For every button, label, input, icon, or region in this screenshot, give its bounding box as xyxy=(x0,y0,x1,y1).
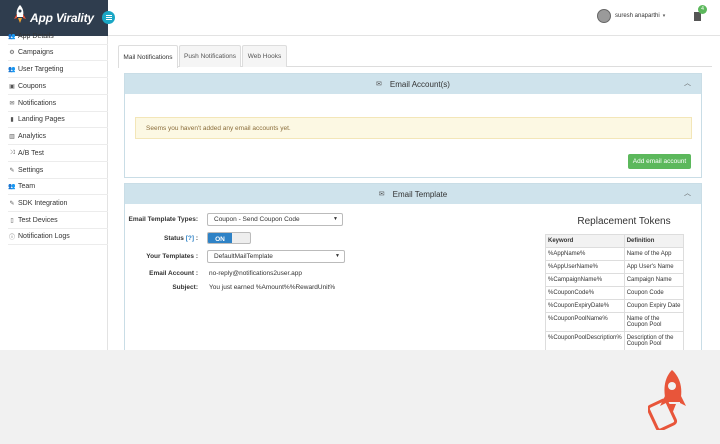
chevron-up-icon[interactable]: ︿ xyxy=(684,188,691,198)
wrench-icon: ✎ xyxy=(9,200,15,207)
sidebar-item-settings[interactable]: ✎ Settings xyxy=(8,162,108,179)
chevron-down-icon: ▼ xyxy=(335,253,340,259)
add-email-account-button[interactable]: Add email account xyxy=(628,154,691,169)
status-toggle[interactable]: ON xyxy=(207,232,251,244)
sidebar-item-landing-pages[interactable]: ▮ Landing Pages xyxy=(8,111,108,128)
info-icon: ⓘ xyxy=(8,234,15,241)
rocket-phone-logo-icon xyxy=(648,370,686,430)
email-template-title: Email Template xyxy=(392,189,448,199)
sidebar-item-user-targeting[interactable]: 👥 User Targeting xyxy=(8,61,108,78)
tab-bar: Mail Notifications Push Notifications We… xyxy=(118,44,712,68)
sidebar-item-team[interactable]: 👥 Team xyxy=(8,178,108,195)
hamburger-icon xyxy=(105,17,112,18)
sidebar-item-campaigns[interactable]: ⚙ Campaigns xyxy=(8,44,108,61)
table-row: %CouponCode% Coupon Code xyxy=(545,286,685,300)
wrench-icon: ✎ xyxy=(9,167,15,174)
status-help-link[interactable]: [?] xyxy=(186,235,194,242)
sidebar-item-sdk-integration[interactable]: ✎ SDK Integration xyxy=(8,195,108,212)
email-accounts-panel: ✉ Email Account(s) ︿ Seems you haven't a… xyxy=(124,73,702,178)
email-accounts-header[interactable]: ✉ Email Account(s) ︿ xyxy=(125,74,701,94)
envelope-icon: ✉ xyxy=(9,100,15,107)
table-row: %CampaignName% Campaign Name xyxy=(545,273,685,287)
notification-badge: 4 xyxy=(698,5,707,14)
templates-label: Your Templates : xyxy=(146,253,198,260)
status-toggle-on: ON xyxy=(208,233,232,243)
menu-toggle-button[interactable] xyxy=(102,11,115,24)
sidebar-item-notification-logs[interactable]: ⓘ Notification Logs xyxy=(8,228,108,245)
shuffle-icon: ⤨ xyxy=(9,149,15,156)
chevron-down-icon: ▼ xyxy=(333,216,338,222)
templates-select[interactable]: DefaultMailTemplate ▼ xyxy=(207,250,345,263)
main-content: Mail Notifications Push Notifications We… xyxy=(118,44,712,350)
status-label: Status [?] : xyxy=(164,235,198,242)
replacement-tokens-title: Replacement Tokens xyxy=(577,216,671,227)
tab-push-notifications[interactable]: Push Notifications xyxy=(179,45,241,67)
chart-icon: ▥ xyxy=(9,133,15,140)
table-row: %AppName% Name of the App xyxy=(545,247,685,261)
definition-column-header: Definition xyxy=(623,234,685,248)
template-type-select[interactable]: Coupon - Send Coupon Code ▼ xyxy=(207,213,343,226)
sidebar-item-analytics[interactable]: ▥ Analytics xyxy=(8,128,108,145)
subject-label: Subject: xyxy=(172,284,198,291)
replacement-tokens-table: Keyword Definition %AppName% Name of the … xyxy=(545,234,685,350)
tab-mail-notifications[interactable]: Mail Notifications xyxy=(118,45,178,68)
email-account-value: no-reply@notifications2user.app xyxy=(209,270,302,277)
email-template-header[interactable]: ✉ Email Template ︿ xyxy=(125,184,701,204)
users-icon: 👥 xyxy=(8,183,16,190)
template-type-label: Email Template Types: xyxy=(128,216,198,223)
app-window: App Virality suresh anaparthi ▾ 4 👥 App D… xyxy=(0,0,720,350)
table-row: %AppUserName% App User's Name xyxy=(545,260,685,274)
email-account-label: Email Account : xyxy=(149,270,198,277)
no-accounts-alert: Seems you haven't added any email accoun… xyxy=(135,117,692,139)
table-header-row: Keyword Definition xyxy=(545,234,685,248)
envelope-icon: ✉ xyxy=(376,81,382,88)
sidebar-item-app-details[interactable]: 👥 App Details xyxy=(8,28,108,45)
user-name: suresh anaparthi xyxy=(615,13,660,19)
caret-down-icon: ▾ xyxy=(662,13,666,19)
user-menu[interactable]: suresh anaparthi ▾ xyxy=(597,9,665,23)
users-icon: 👥 xyxy=(8,33,16,40)
chevron-up-icon[interactable]: ︿ xyxy=(684,78,691,88)
bookmark-icon: ▮ xyxy=(10,116,14,123)
cogs-icon: ⚙ xyxy=(9,49,15,56)
coupon-icon: ▣ xyxy=(9,83,15,90)
avatar xyxy=(597,9,611,23)
brand-name: App Virality xyxy=(30,11,94,25)
table-row: %CouponExpiryDate% Coupon Expiry Date xyxy=(545,299,685,313)
table-row: %CouponPoolName% Name of the Coupon Pool xyxy=(545,312,685,332)
top-bar: App Virality suresh anaparthi ▾ 4 xyxy=(0,0,720,36)
sidebar: 👥 App Details ⚙ Campaigns 👥 User Targeting … xyxy=(0,33,108,350)
sidebar-item-notifications[interactable]: ✉ Notifications xyxy=(8,95,108,112)
email-accounts-title: Email Account(s) xyxy=(389,79,450,89)
sidebar-item-coupons[interactable]: ▣ Coupons xyxy=(8,78,108,95)
sidebar-item-test-devices[interactable]: ▯ Test Devices xyxy=(8,212,108,229)
tab-web-hooks[interactable]: Web Hooks xyxy=(242,45,287,67)
mobile-icon: ▯ xyxy=(10,217,14,224)
rocket-logo-icon xyxy=(14,5,26,23)
users-icon: 👥 xyxy=(8,66,16,73)
table-row: %CouponPoolDescription% Description of th… xyxy=(545,331,685,350)
keyword-column-header: Keyword xyxy=(545,234,625,248)
envelope-icon: ✉ xyxy=(378,191,385,198)
subject-value: You just earned %Amount%%RewardUnit% xyxy=(209,284,336,291)
sidebar-item-ab-test[interactable]: ⤨ A/B Test xyxy=(8,145,108,162)
